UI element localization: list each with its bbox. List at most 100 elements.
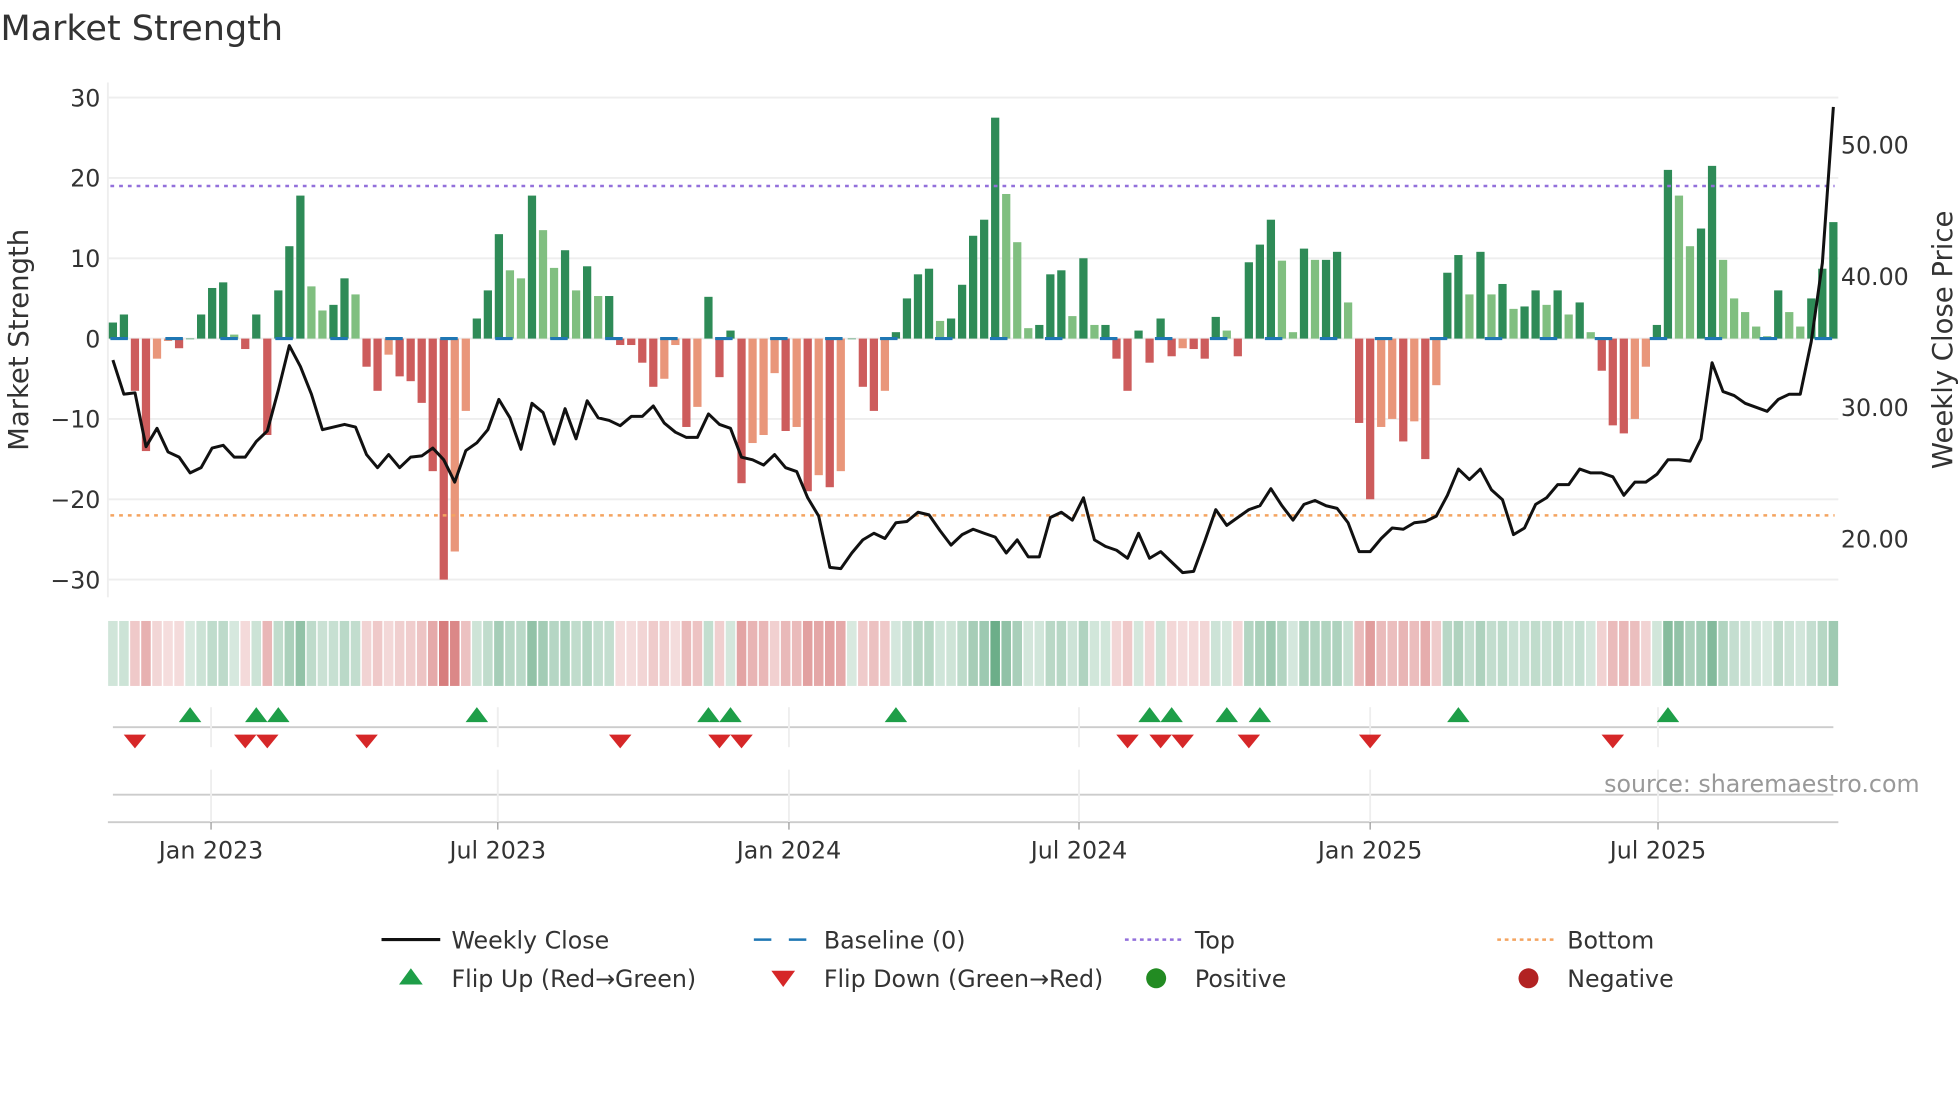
strength-bar — [1707, 165, 1717, 339]
strength-bar — [1112, 338, 1121, 359]
x-tick-label: Jul 2024 — [1029, 836, 1128, 864]
strength-bar — [1454, 255, 1463, 339]
strength-bar — [1355, 338, 1364, 423]
heat-strip-cell — [935, 620, 945, 686]
heat-strip-cell — [1310, 620, 1320, 686]
strength-bar — [1145, 338, 1154, 363]
heat-strip-cell — [1409, 620, 1420, 686]
y-tick-label: 20 — [70, 165, 100, 193]
heat-strip-cell — [1089, 620, 1100, 686]
strength-bar — [1652, 324, 1662, 339]
heat-strip-cell — [130, 620, 140, 686]
strength-bar — [1035, 324, 1044, 339]
heat-strip-cell — [1530, 620, 1541, 686]
heat-strip-cell — [593, 620, 603, 686]
legend-triangle-up-icon — [399, 968, 423, 985]
flip-down-marker — [708, 734, 731, 749]
heat-strip-cell — [1001, 620, 1011, 686]
strength-bar — [296, 195, 305, 339]
heat-strip-cell — [1442, 620, 1453, 686]
heat-strip-cell — [1365, 620, 1375, 686]
strength-bar — [836, 338, 845, 472]
strength-bar — [1729, 298, 1739, 339]
heat-strip-cell — [1343, 620, 1353, 686]
strength-bar — [494, 234, 504, 339]
strength-bar — [1068, 316, 1077, 339]
strength-bar — [1288, 332, 1298, 339]
strength-bar — [395, 338, 404, 377]
flip-up-marker — [178, 707, 202, 723]
heat-strip-cell — [1453, 620, 1464, 686]
flip-up-marker — [1656, 707, 1680, 723]
strength-bar — [252, 314, 261, 339]
heat-strip-cell — [1486, 620, 1497, 686]
heat-strip-cell — [725, 620, 736, 686]
strength-bar — [704, 296, 713, 339]
heat-strip-cell — [780, 620, 791, 686]
strength-bar — [693, 338, 702, 407]
x-tick-label: Jul 2025 — [1608, 836, 1707, 864]
strength-bar — [627, 338, 636, 346]
strength-bar — [208, 287, 217, 339]
strength-bar — [1244, 262, 1253, 339]
heat-strip-cell — [1519, 620, 1530, 686]
heat-strip-cell — [1210, 620, 1221, 686]
heat-strip-cell — [1012, 620, 1023, 686]
strength-bar — [682, 338, 691, 427]
y-tick-label: −20 — [50, 486, 100, 514]
heat-strip-cell — [1596, 620, 1607, 686]
heat-strip-cell — [869, 620, 879, 686]
heat-strip-cell — [1497, 620, 1508, 686]
strength-bar — [1377, 338, 1386, 427]
heat-strip-cell — [295, 620, 306, 686]
strength-bar — [638, 338, 647, 363]
strength-bar — [1752, 326, 1761, 339]
strength-bar — [1255, 244, 1264, 339]
heat-strip-cell — [218, 620, 228, 686]
heat-strip-cell — [461, 620, 471, 686]
strength-bar — [869, 338, 878, 411]
heat-strip-cell — [637, 620, 648, 686]
strength-bar — [1421, 338, 1430, 460]
strength-bar — [1641, 338, 1650, 367]
strength-bar — [957, 284, 967, 339]
strength-bar — [571, 290, 581, 339]
legend-item: Positive — [1146, 965, 1286, 993]
weekly-close-line — [111, 106, 1835, 575]
strength-bar — [185, 338, 195, 340]
flip-down-marker — [1116, 734, 1139, 749]
heat-strip-cell — [240, 620, 251, 686]
strength-bar — [1509, 308, 1518, 339]
strength-bar — [1520, 306, 1529, 339]
heat-strip-cell — [758, 620, 769, 686]
strength-bar — [373, 338, 382, 391]
strength-bar — [119, 314, 129, 339]
heat-strip-cell — [1431, 620, 1442, 686]
heat-strip-cell — [1398, 620, 1409, 686]
strength-bar — [285, 246, 294, 339]
legend-item: Baseline (0) — [753, 926, 966, 954]
weekly-close-series — [111, 106, 1835, 575]
legend-label: Bottom — [1567, 926, 1654, 954]
heat-strip-cell — [163, 620, 173, 686]
heat-strip-cell — [141, 620, 151, 686]
strength-bar — [1476, 251, 1485, 339]
heat-strip-cell — [483, 620, 493, 686]
legend-item: Flip Down (Green→Red) — [771, 965, 1103, 993]
legend-label: Baseline (0) — [824, 926, 966, 954]
heat-strip-cell — [1288, 620, 1298, 686]
heat-strip-cell — [1332, 620, 1342, 686]
strength-bar — [737, 338, 746, 484]
strength-bar — [1156, 318, 1165, 339]
strength-bar — [108, 322, 118, 339]
legend-triangle-down-icon — [771, 970, 796, 988]
flip-down-marker — [1601, 734, 1625, 749]
heat-strip-cell — [1266, 620, 1276, 686]
legend-label: Positive — [1195, 965, 1286, 993]
heat-strip-cell — [361, 620, 372, 686]
heat-strip-cell — [1619, 620, 1629, 686]
heat-strip-cell — [1277, 620, 1287, 686]
heat-strip-cell — [736, 620, 747, 686]
strength-bar — [858, 338, 867, 387]
strength-bar — [538, 230, 548, 339]
